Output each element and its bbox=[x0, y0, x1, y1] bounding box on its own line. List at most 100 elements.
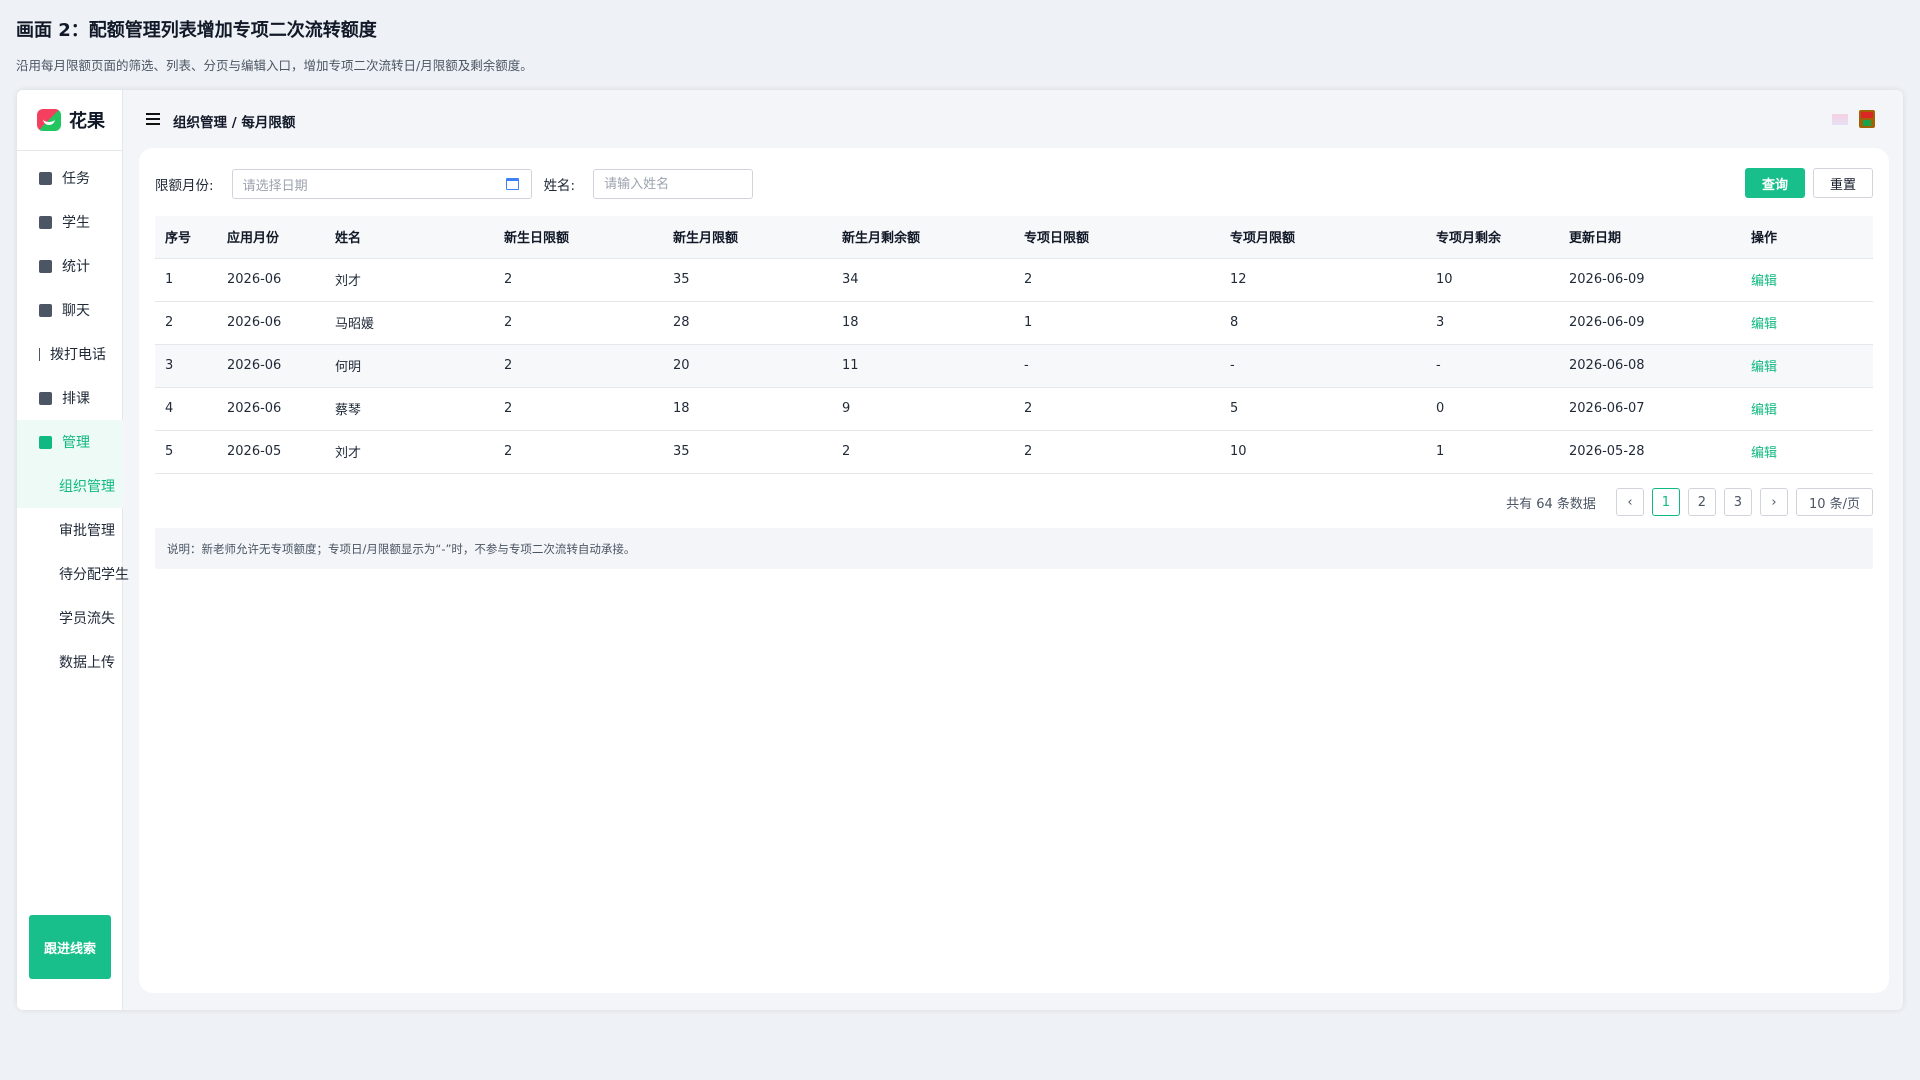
table-cell: 马昭媛 bbox=[325, 301, 494, 345]
table-cell: 蔡琴 bbox=[325, 387, 494, 431]
sidebar-nav: 任务 学生 统计 聊天 拨打电话 排课 管理 组织管理 审批管理 待分配学生 学… bbox=[17, 156, 129, 684]
sidebar: 花果 任务 学生 统计 聊天 拨打电话 排课 管理 组织管理 审批管理 待分配学… bbox=[17, 90, 129, 1010]
brand-name: 花果 bbox=[69, 111, 105, 132]
table-cell: 20 bbox=[663, 344, 832, 388]
table-cell: 5 bbox=[155, 430, 217, 474]
page-button-1[interactable]: 1 bbox=[1651, 488, 1680, 516]
table-cell: 刘才 bbox=[325, 430, 494, 474]
column-header: 新生月限额 bbox=[663, 216, 832, 259]
menu-icon[interactable] bbox=[146, 113, 160, 125]
note-banner: 说明：新老师允许无专项额度；专项日/月限额显示为“-”时，不参与专项二次流转自动… bbox=[155, 528, 1873, 569]
brand-logo[interactable]: 花果 bbox=[37, 107, 105, 133]
sidebar-item-manage[interactable]: 管理 bbox=[17, 420, 123, 464]
table-cell: 18 bbox=[663, 387, 832, 431]
table-cell: 2026-06-09 bbox=[1559, 301, 1741, 345]
sidebar-item-call[interactable]: 拨打电话 bbox=[17, 332, 123, 376]
edit-link[interactable]: 编辑 bbox=[1751, 274, 1777, 289]
sidebar-item-stats[interactable]: 统计 bbox=[17, 244, 123, 288]
table-cell: 2 bbox=[494, 301, 663, 345]
sidebar-item-label: 管理 bbox=[62, 435, 90, 451]
followup-leads-button[interactable]: 跟进线索 bbox=[29, 915, 111, 979]
column-header: 专项月剩余 bbox=[1426, 216, 1559, 259]
table-cell: 2 bbox=[494, 430, 663, 474]
table-row: 4 2026-06 蔡琴 2 18 9 2 5 0 2026-06-07 编辑 bbox=[155, 387, 1873, 431]
table-cell: 2 bbox=[494, 258, 663, 302]
page-button-2[interactable]: 2 bbox=[1687, 488, 1716, 516]
name-filter-label: 姓名: bbox=[543, 178, 576, 194]
sidebar-item-students[interactable]: 学生 bbox=[17, 200, 123, 244]
table-cell: 2 bbox=[494, 387, 663, 431]
name-input[interactable] bbox=[593, 169, 754, 199]
edit-link[interactable]: 编辑 bbox=[1751, 317, 1777, 332]
sidebar-item-label: 聊天 bbox=[62, 303, 90, 319]
query-button[interactable]: 查询 bbox=[1745, 168, 1805, 198]
page-title: 画面 2：配额管理列表增加专项二次流转额度 bbox=[16, 20, 377, 41]
column-header: 操作 bbox=[1741, 216, 1873, 259]
table-cell: 10 bbox=[1426, 258, 1559, 302]
table-cell: 2 bbox=[1014, 430, 1220, 474]
sidebar-item-label: 拨打电话 bbox=[50, 347, 106, 363]
sidebar-subitem-unassigned[interactable]: 待分配学生 bbox=[17, 552, 129, 596]
toolbox-icon[interactable] bbox=[1859, 110, 1875, 128]
table-cell: 10 bbox=[1220, 430, 1426, 474]
logo-icon bbox=[37, 109, 61, 131]
table-cell: 何明 bbox=[325, 344, 494, 388]
sidebar-subitem-org[interactable]: 组织管理 bbox=[17, 464, 123, 508]
edit-link[interactable]: 编辑 bbox=[1751, 403, 1777, 418]
table-cell: 35 bbox=[663, 258, 832, 302]
reset-button[interactable]: 重置 bbox=[1813, 168, 1873, 198]
next-page-button[interactable]: › bbox=[1759, 488, 1788, 516]
sidebar-subitem-churn[interactable]: 学员流失 bbox=[17, 596, 123, 640]
table-row: 2 2026-06 马昭媛 2 28 18 1 8 3 2026-06-09 编… bbox=[155, 301, 1873, 345]
table-cell: 28 bbox=[663, 301, 832, 345]
square-icon bbox=[39, 171, 52, 185]
month-date-picker[interactable]: 请选择日期 bbox=[231, 169, 532, 199]
square-icon bbox=[39, 303, 52, 317]
table-cell: - bbox=[1426, 344, 1559, 388]
table-cell: 8 bbox=[1220, 301, 1426, 345]
table-cell: 2026-05 bbox=[217, 430, 325, 474]
sidebar-subitem-upload[interactable]: 数据上传 bbox=[17, 640, 123, 684]
table-cell: 2026-06 bbox=[217, 387, 325, 431]
column-header: 更新日期 bbox=[1559, 216, 1741, 259]
sidebar-subitem-approval[interactable]: 审批管理 bbox=[17, 508, 123, 552]
column-header: 专项月限额 bbox=[1220, 216, 1426, 259]
table-cell: 0 bbox=[1426, 387, 1559, 431]
square-icon bbox=[39, 435, 52, 449]
page-size-select[interactable]: 10 条/页 bbox=[1795, 488, 1873, 516]
edit-link[interactable]: 编辑 bbox=[1751, 446, 1777, 461]
column-header: 新生日限额 bbox=[494, 216, 663, 259]
sidebar-item-label: 统计 bbox=[62, 259, 90, 275]
sidebar-item-label: 任务 bbox=[62, 171, 90, 187]
column-header: 姓名 bbox=[325, 216, 494, 259]
table-cell: 4 bbox=[155, 387, 217, 431]
calendar-icon bbox=[505, 178, 519, 190]
table-cell: 35 bbox=[663, 430, 832, 474]
table-cell: 2026-06 bbox=[217, 301, 325, 345]
sidebar-item-chat[interactable]: 聊天 bbox=[17, 288, 123, 332]
prev-page-button[interactable]: ‹ bbox=[1615, 488, 1644, 516]
table-cell: 刘才 bbox=[325, 258, 494, 302]
table-cell: 5 bbox=[1220, 387, 1426, 431]
language-flag-icon[interactable] bbox=[1832, 114, 1848, 125]
sidebar-item-tasks[interactable]: 任务 bbox=[17, 156, 123, 200]
table-cell: 12 bbox=[1220, 258, 1426, 302]
table-cell: 2 bbox=[1014, 258, 1220, 302]
sidebar-item-schedule[interactable]: 排课 bbox=[17, 376, 123, 420]
column-header: 新生月剩余额 bbox=[832, 216, 1014, 259]
table-cell: 2 bbox=[1014, 387, 1220, 431]
table-cell: 2026-06-08 bbox=[1559, 344, 1741, 388]
table-cell: 2026-06-09 bbox=[1559, 258, 1741, 302]
column-header: 序号 bbox=[155, 216, 217, 259]
table-row: 1 2026-06 刘才 2 35 34 2 12 10 2026-06-09 … bbox=[155, 258, 1873, 302]
top-bar: 组织管理 / 每月限额 bbox=[123, 90, 1903, 150]
sidebar-item-label: 学生 bbox=[62, 215, 90, 231]
table-cell: 2026-06 bbox=[217, 258, 325, 302]
page-button-3[interactable]: 3 bbox=[1723, 488, 1752, 516]
table-cell: 1 bbox=[1426, 430, 1559, 474]
table-cell: 34 bbox=[832, 258, 1014, 302]
table-header-row: 序号 应用月份 姓名 新生日限额 新生月限额 新生月剩余额 专项日限额 专项月限… bbox=[155, 216, 1873, 259]
edit-link[interactable]: 编辑 bbox=[1751, 360, 1777, 375]
column-header: 应用月份 bbox=[217, 216, 325, 259]
table-row: 3 2026-06 何明 2 20 11 - - - 2026-06-08 编辑 bbox=[155, 344, 1873, 388]
